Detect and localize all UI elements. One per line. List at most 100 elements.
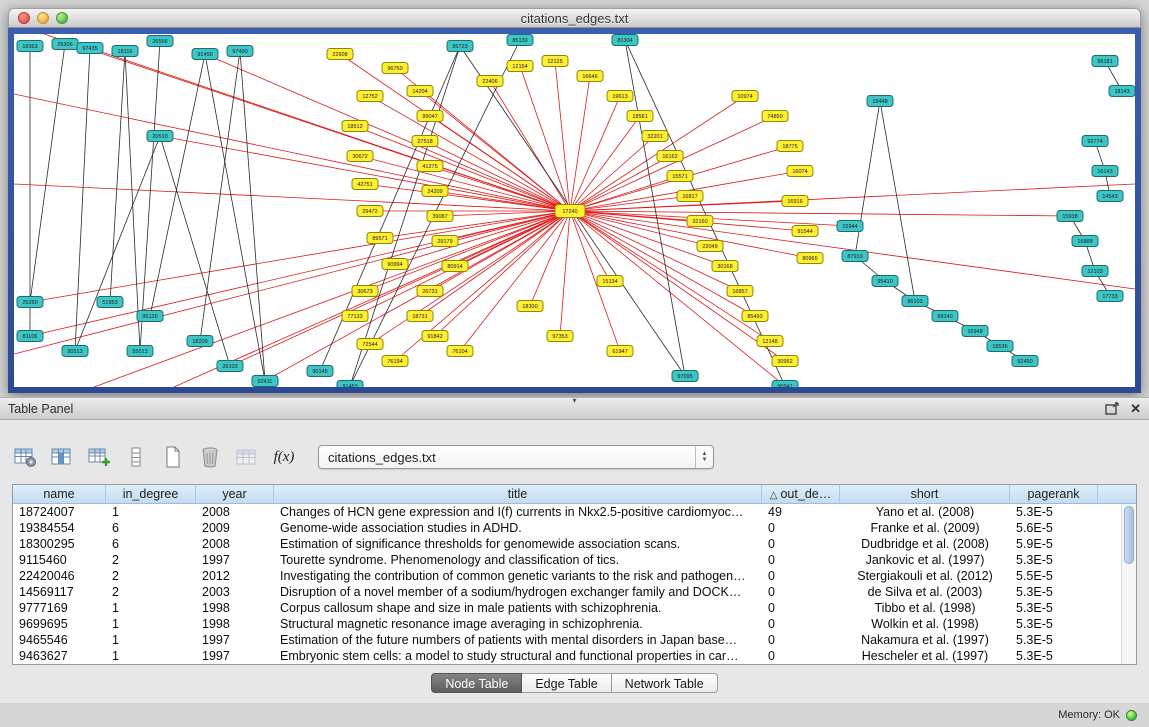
- graph-node[interactable]: 16074: [787, 166, 813, 177]
- graph-node[interactable]: 97353: [547, 331, 573, 342]
- graph-node[interactable]: 26306: [52, 39, 78, 50]
- graph-node[interactable]: 12125: [542, 56, 568, 67]
- graph-node[interactable]: 19448: [867, 96, 893, 107]
- table-scrollbar[interactable]: [1121, 504, 1136, 664]
- table-row[interactable]: 946362711997Embryonic stem cells: a mode…: [13, 648, 1136, 664]
- rows-button[interactable]: [123, 444, 149, 470]
- graph-node[interactable]: 74850: [762, 111, 788, 122]
- column-header-year[interactable]: year: [196, 485, 274, 504]
- graph-node[interactable]: 19613: [607, 91, 633, 102]
- graph-node[interactable]: 18561: [627, 111, 653, 122]
- graph-node[interactable]: 16948: [962, 326, 988, 337]
- table-row[interactable]: 946554611997Estimation of the future num…: [13, 632, 1136, 648]
- network-table-select[interactable]: citations_edges.txt ▲▼: [318, 445, 714, 469]
- add-column-button[interactable]: [86, 444, 112, 470]
- graph-node[interactable]: 97490: [227, 46, 253, 57]
- graph-node[interactable]: 61947: [607, 346, 633, 357]
- network-canvas[interactable]: 2260896750127521851230672427512947289571…: [14, 34, 1135, 387]
- function-builder-button[interactable]: f(x): [271, 444, 297, 470]
- graph-node[interactable]: 26731: [417, 286, 443, 297]
- graph-node[interactable]: 16646: [577, 71, 603, 82]
- column-header-short[interactable]: short: [840, 485, 1010, 504]
- graph-node[interactable]: 14204: [407, 86, 433, 97]
- tab-node-table[interactable]: Node Table: [431, 673, 522, 693]
- graph-node[interactable]: 18300: [517, 301, 543, 312]
- graph-node[interactable]: 80965: [797, 253, 823, 264]
- graph-node[interactable]: 18209: [187, 336, 213, 347]
- graph-node[interactable]: 99140: [932, 311, 958, 322]
- graph-node[interactable]: 99047: [417, 111, 443, 122]
- graph-node[interactable]: 91463: [337, 381, 363, 388]
- column-header-out-degree[interactable]: △out_de…: [762, 485, 840, 504]
- graph-node[interactable]: 92411: [252, 376, 278, 387]
- table-row[interactable]: 911546021997Tourette syndrome. Phenomeno…: [13, 552, 1136, 568]
- graph-node[interactable]: 32160: [687, 216, 713, 227]
- graph-node[interactable]: 85130: [507, 35, 533, 46]
- table-row[interactable]: 1830029562008Estimation of significance …: [13, 536, 1136, 552]
- graph-node[interactable]: 18512: [342, 121, 368, 132]
- graph-node[interactable]: 17733: [1097, 291, 1123, 302]
- graph-node[interactable]: 30168: [712, 261, 738, 272]
- graph-node[interactable]: 81106: [17, 331, 43, 342]
- graph-node[interactable]: 16857: [727, 286, 753, 297]
- graph-node[interactable]: 12103: [1082, 266, 1108, 277]
- graph-node[interactable]: 42751: [352, 179, 378, 190]
- column-header-name[interactable]: name: [13, 485, 106, 504]
- graph-node[interactable]: 29472: [357, 206, 383, 217]
- table-row[interactable]: 977716911998Corpus callosum shape and si…: [13, 600, 1136, 616]
- graph-node[interactable]: 80914: [442, 261, 468, 272]
- window-titlebar[interactable]: citations_edges.txt: [8, 8, 1141, 28]
- float-panel-icon[interactable]: [1105, 402, 1120, 415]
- close-panel-icon[interactable]: ✕: [1130, 402, 1141, 415]
- graph-node[interactable]: 12148: [757, 336, 783, 347]
- graph-node[interactable]: 39087: [427, 211, 453, 222]
- graph-node[interactable]: 96103: [902, 296, 928, 307]
- graph-node[interactable]: 18116: [112, 46, 138, 57]
- graph-node[interactable]: 90941: [772, 381, 798, 388]
- graph-node[interactable]: 26103: [217, 361, 243, 372]
- graph-node[interactable]: 16916: [782, 196, 808, 207]
- graph-node[interactable]: 51953: [97, 297, 123, 308]
- table-settings-button[interactable]: [12, 444, 38, 470]
- table-row[interactable]: 1456911722003Disruption of a novel membe…: [13, 584, 1136, 600]
- graph-node[interactable]: 95181: [1092, 56, 1118, 67]
- graph-node[interactable]: 12752: [357, 91, 383, 102]
- graph-node[interactable]: 20510: [147, 131, 173, 142]
- graph-node[interactable]: 30673: [352, 286, 378, 297]
- graph-node[interactable]: 18731: [407, 311, 433, 322]
- graph-node[interactable]: 89571: [367, 233, 393, 244]
- graph-node[interactable]: 32201: [642, 131, 668, 142]
- graph-node[interactable]: 18536: [987, 341, 1013, 352]
- panel-resize-handle[interactable]: ▾: [572, 397, 576, 405]
- import-table-button-disabled[interactable]: [234, 444, 260, 470]
- table-row[interactable]: 969969511998Structural magnetic resonanc…: [13, 616, 1136, 632]
- graph-node[interactable]: 15571: [667, 171, 693, 182]
- graph-node[interactable]: 24209: [422, 186, 448, 197]
- graph-node[interactable]: 87919: [842, 251, 868, 262]
- graph-node[interactable]: 76104: [447, 346, 473, 357]
- graph-node[interactable]: 27518: [412, 136, 438, 147]
- graph-node[interactable]: 17240: [555, 205, 585, 218]
- graph-node[interactable]: 16162: [657, 151, 683, 162]
- show-columns-button[interactable]: [49, 444, 75, 470]
- graph-node[interactable]: 30952: [772, 356, 798, 367]
- graph-node[interactable]: 95135: [137, 311, 163, 322]
- graph-node[interactable]: 26556: [147, 36, 173, 47]
- graph-node[interactable]: 95723: [447, 41, 473, 52]
- graph-node[interactable]: 12154: [507, 61, 533, 72]
- graph-node[interactable]: 14543: [1097, 191, 1123, 202]
- graph-node[interactable]: 55013: [127, 346, 153, 357]
- graph-node[interactable]: 81304: [612, 35, 638, 46]
- graph-node[interactable]: 92450: [1012, 356, 1038, 367]
- graph-node[interactable]: 96750: [382, 63, 408, 74]
- graph-node[interactable]: 91842: [422, 331, 448, 342]
- graph-node[interactable]: 18363: [17, 41, 43, 52]
- graph-node[interactable]: 90513: [62, 346, 88, 357]
- new-table-button[interactable]: [160, 444, 186, 470]
- graph-node[interactable]: 15944: [837, 221, 863, 232]
- graph-node[interactable]: 16888: [1072, 236, 1098, 247]
- graph-node[interactable]: 22049: [697, 241, 723, 252]
- graph-node[interactable]: 18775: [777, 141, 803, 152]
- column-header-title[interactable]: title: [274, 485, 762, 504]
- graph-node[interactable]: 77133: [342, 311, 368, 322]
